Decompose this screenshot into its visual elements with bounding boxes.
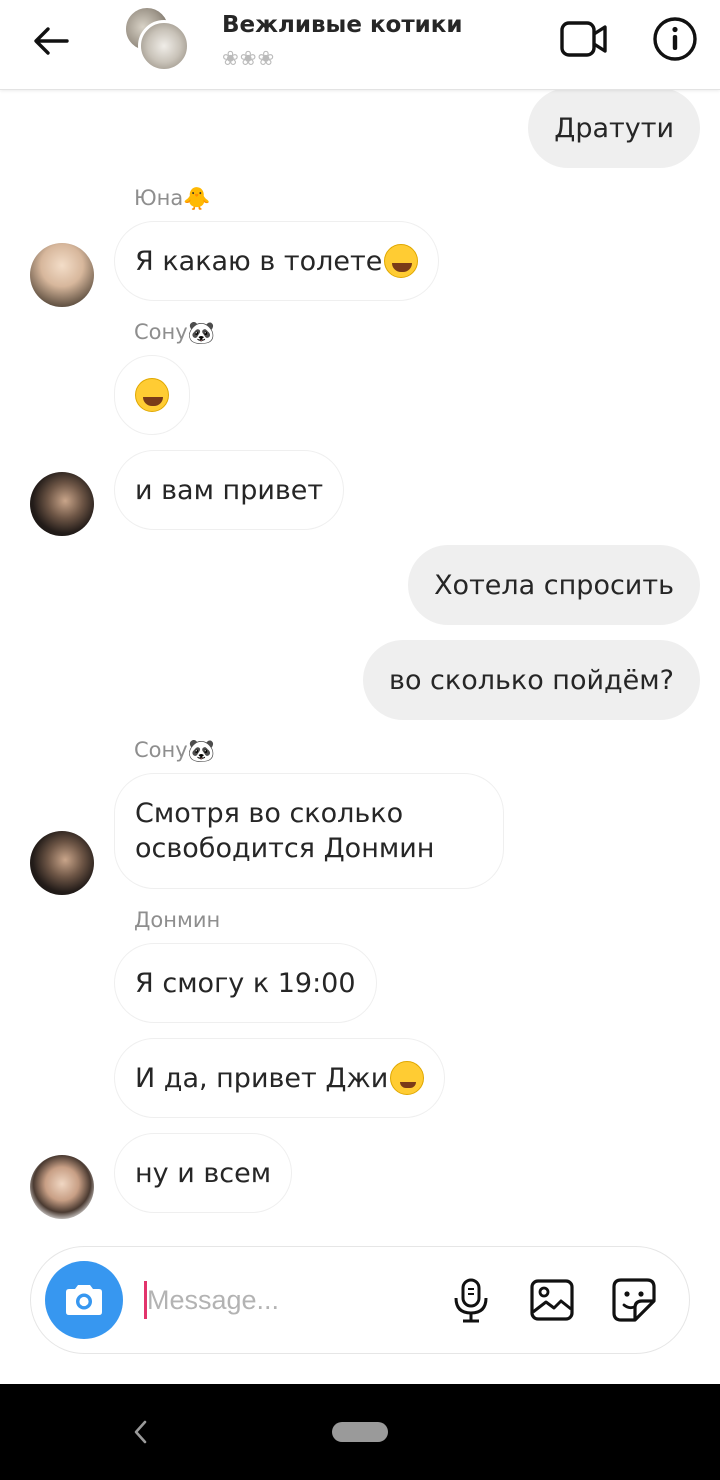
message-input[interactable]: [147, 1279, 437, 1321]
chat-header: Вежливые котики ❀❀❀: [0, 0, 720, 90]
message-incoming[interactable]: ну и всем: [114, 1133, 293, 1213]
microphone-icon: [454, 1278, 488, 1323]
avatar[interactable]: [30, 831, 94, 895]
chick-emoji: 🐥: [183, 186, 211, 212]
sender-name: Юна🐥: [134, 186, 211, 212]
avatar[interactable]: [30, 1155, 94, 1219]
message-incoming[interactable]: Я какаю в толете: [114, 221, 440, 301]
message-outgoing[interactable]: Хотела спросить: [408, 545, 700, 625]
info-button[interactable]: [650, 14, 700, 64]
winking-emoji: [390, 1061, 425, 1095]
voice-message-button[interactable]: [447, 1275, 495, 1325]
video-camera-icon: [560, 21, 607, 57]
nav-back-icon: [134, 1420, 147, 1444]
message-incoming[interactable]: И да, привет Джи: [114, 1038, 446, 1118]
message-outgoing[interactable]: во сколько пойдём?: [363, 640, 700, 720]
group-avatar-front: [138, 20, 190, 72]
sender-name-text: Сону: [134, 738, 188, 762]
arrow-left-icon: [34, 27, 69, 55]
message-text: Я какаю в толете: [135, 245, 383, 277]
sticker-icon: [612, 1278, 656, 1322]
laughing-emoji: [135, 378, 169, 412]
camera-button[interactable]: [45, 1261, 123, 1339]
laughing-emoji: [384, 244, 419, 278]
gallery-button[interactable]: [525, 1275, 579, 1325]
group-avatar[interactable]: [124, 6, 194, 72]
chat-subtitle: ❀❀❀: [222, 46, 276, 70]
sender-name: Сону🐼: [134, 320, 215, 346]
message-outgoing[interactable]: Дратути: [528, 88, 700, 168]
info-icon: [653, 17, 697, 61]
sticker-button[interactable]: [607, 1275, 661, 1325]
camera-icon: [66, 1285, 102, 1315]
sender-name-text: Сону: [134, 320, 188, 344]
chat-title[interactable]: Вежливые котики: [222, 12, 463, 38]
message-incoming[interactable]: Я смогу к 19:00: [114, 943, 377, 1023]
panda-emoji: 🐼: [187, 738, 216, 764]
message-composer: [30, 1246, 690, 1354]
sender-name-text: Юна: [134, 186, 184, 210]
panda-emoji: 🐼: [187, 320, 216, 346]
avatar[interactable]: [30, 472, 94, 536]
avatar[interactable]: [30, 243, 94, 307]
system-home-pill[interactable]: [332, 1422, 388, 1442]
message-text: И да, привет Джи: [135, 1062, 389, 1094]
message-incoming-emoji[interactable]: [114, 355, 190, 435]
message-incoming[interactable]: Смотря во сколько освободится Донмин: [114, 773, 504, 889]
sender-name: Донмин: [134, 908, 221, 932]
video-call-button[interactable]: [556, 14, 612, 64]
image-icon: [530, 1279, 574, 1321]
message-incoming[interactable]: и вам привет: [114, 450, 345, 530]
sender-name: Сону🐼: [134, 738, 215, 764]
system-back-button[interactable]: [122, 1414, 158, 1450]
back-button[interactable]: [28, 18, 74, 64]
